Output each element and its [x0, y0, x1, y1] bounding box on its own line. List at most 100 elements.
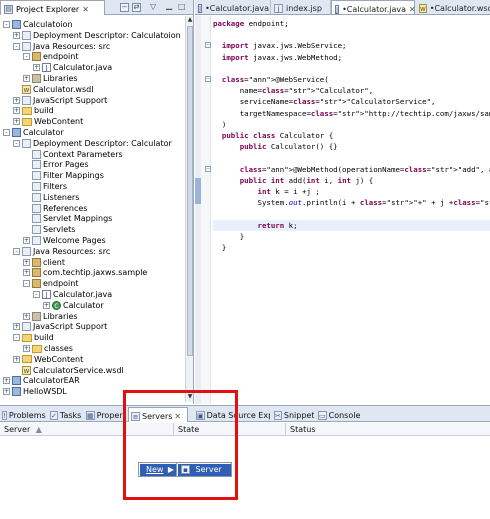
code-line[interactable]: public Calculator() {}: [213, 141, 490, 152]
maximize-icon[interactable]: □: [178, 2, 186, 11]
tree-item[interactable]: w Calculator.wsdl: [13, 84, 93, 95]
tab-console[interactable]: ▭ Console: [316, 407, 360, 422]
editor-tab-calculator-java-active[interactable]: J •Calculator.java ✕: [331, 0, 416, 14]
tree-item[interactable]: Filter Mappings: [23, 170, 104, 181]
collapse-toggle-icon[interactable]: -: [13, 334, 20, 342]
code-line[interactable]: [213, 63, 490, 74]
code-line[interactable]: }: [213, 231, 490, 242]
tab-problems[interactable]: ! Problems: [0, 407, 46, 422]
collapse-toggle-icon[interactable]: -: [13, 139, 20, 147]
code-line[interactable]: targetNamespace=class="str">"http://tech…: [213, 108, 490, 119]
tree-item[interactable]: Servlets: [23, 224, 75, 235]
code-line[interactable]: public int add(int i, int j) {: [213, 175, 490, 186]
code-line[interactable]: }: [213, 242, 490, 253]
fold-toggle-icon[interactable]: −: [205, 165, 211, 172]
code-line[interactable]: package endpoint;: [213, 18, 490, 29]
tree-item[interactable]: - Java Resources: src: [13, 246, 110, 257]
tree-item[interactable]: Filters: [23, 181, 67, 192]
code-line[interactable]: serviceName=class="str">"CalculatorServi…: [213, 96, 490, 107]
expand-toggle-icon[interactable]: +: [23, 269, 30, 277]
tree-item[interactable]: + Deployment Descriptor: Calculatoion: [13, 30, 181, 41]
collapse-toggle-icon[interactable]: -: [23, 53, 30, 61]
expand-toggle-icon[interactable]: +: [43, 301, 50, 309]
expand-toggle-icon[interactable]: +: [3, 388, 10, 396]
collapse-toggle-icon[interactable]: -: [13, 247, 20, 255]
expand-toggle-icon[interactable]: +: [23, 75, 30, 82]
expand-toggle-icon[interactable]: +: [33, 64, 40, 72]
tree-item[interactable]: + J Calculator.java: [33, 62, 112, 73]
editor-tab-index-jsp[interactable]: j index.jsp: [271, 0, 331, 14]
column-status[interactable]: Status: [286, 423, 490, 436]
expand-toggle-icon[interactable]: +: [13, 323, 20, 331]
expand-toggle-icon[interactable]: +: [23, 237, 30, 244]
code-line[interactable]: class="ann">@WebMethod(operationName=cla…: [213, 164, 490, 175]
tab-tasks[interactable]: ✓ Tasks: [48, 407, 83, 422]
close-icon[interactable]: ✕: [409, 5, 416, 14]
tree-item[interactable]: + com.techtip.jaxws.sample: [23, 267, 147, 278]
expand-toggle-icon[interactable]: +: [23, 258, 30, 266]
code-line[interactable]: int k = i +j ;: [213, 186, 490, 197]
tree-item[interactable]: - build: [13, 332, 54, 343]
collapse-toggle-icon[interactable]: -: [23, 280, 30, 288]
fold-toggle-icon[interactable]: −: [205, 76, 211, 82]
code-area[interactable]: package endpoint; import javax.jws.WebSe…: [213, 16, 490, 404]
expand-toggle-icon[interactable]: +: [23, 345, 30, 352]
tree-item[interactable]: - J Calculator.java: [33, 289, 112, 300]
tree-item[interactable]: Servlet Mappings: [23, 213, 112, 224]
collapse-all-icon[interactable]: −: [120, 3, 129, 12]
editor-tab-calculator-wsdl[interactable]: w •Calculator.wsdl: [416, 0, 490, 14]
tree-item[interactable]: + Libraries: [23, 311, 78, 322]
scroll-up-icon[interactable]: ▲: [186, 16, 194, 24]
minimize-icon[interactable]: ▁: [166, 1, 172, 10]
code-line[interactable]: System.out.println(i + class="str">"+" +…: [213, 197, 490, 208]
code-line[interactable]: ): [213, 119, 490, 130]
tree-item[interactable]: + client: [23, 257, 65, 268]
tab-properties[interactable]: ▦Properties: [84, 407, 126, 422]
tree-item[interactable]: + C Calculator: [43, 300, 104, 311]
expand-toggle-icon[interactable]: +: [3, 377, 10, 385]
editor-gutter[interactable]: [201, 16, 211, 404]
scroll-thumb[interactable]: [187, 26, 193, 356]
tree-item[interactable]: + JavaScript Support: [13, 321, 107, 332]
fold-toggle-icon[interactable]: −: [205, 42, 211, 49]
tree-item[interactable]: - Calculatoion: [3, 19, 73, 30]
code-line[interactable]: class="ann">@WebService(: [213, 74, 490, 85]
collapse-toggle-icon[interactable]: -: [3, 129, 10, 136]
tree-item[interactable]: + HelloWSDL: [3, 386, 67, 397]
link-editor-icon[interactable]: ⇄: [132, 3, 141, 12]
expand-toggle-icon[interactable]: +: [13, 96, 20, 104]
editor-tab-calculator-java-1[interactable]: J •Calculator.java: [195, 0, 271, 14]
tree-item[interactable]: Error Pages: [23, 159, 89, 170]
tree-item[interactable]: + Welcome Pages: [23, 235, 106, 246]
tree-item[interactable]: - Java Resources: src: [13, 41, 110, 52]
tree-item[interactable]: + Libraries: [23, 73, 78, 84]
expand-toggle-icon[interactable]: +: [13, 118, 20, 126]
tree-item[interactable]: Listeners: [23, 192, 79, 203]
tree-item[interactable]: + classes: [23, 343, 73, 354]
tab-project-explorer[interactable]: ▤ Project Explorer ✕: [0, 0, 105, 15]
expand-toggle-icon[interactable]: +: [13, 107, 20, 115]
expand-toggle-icon[interactable]: +: [13, 355, 20, 363]
tree-item[interactable]: - Deployment Descriptor: Calculator: [13, 138, 172, 149]
tree-item[interactable]: + WebContent: [13, 116, 83, 127]
tree-item[interactable]: Context Parameters: [23, 149, 123, 160]
project-tree[interactable]: - Calculatoion + Deployment Descriptor: Cal…: [0, 16, 185, 402]
code-line[interactable]: return k;: [213, 219, 490, 231]
tree-item[interactable]: + JavaScript Support: [13, 95, 107, 106]
expand-toggle-icon[interactable]: +: [13, 31, 20, 39]
code-line[interactable]: [213, 29, 490, 40]
collapse-toggle-icon[interactable]: -: [33, 291, 40, 298]
code-line[interactable]: import javax.jws.WebService;: [213, 40, 490, 51]
explorer-scrollbar[interactable]: ▲ ▼: [185, 16, 193, 402]
code-line[interactable]: public class Calculator {: [213, 130, 490, 141]
tab-snippets[interactable]: ✂Snippets: [272, 407, 314, 422]
code-line[interactable]: [213, 208, 490, 219]
close-icon[interactable]: ✕: [82, 5, 89, 14]
tree-item[interactable]: References: [23, 203, 87, 214]
tree-item[interactable]: + CalculatorEAR: [3, 375, 80, 386]
tree-item[interactable]: w CalculatorService.wsdl: [13, 365, 124, 376]
tree-item[interactable]: + WebContent: [13, 354, 83, 365]
expand-toggle-icon[interactable]: +: [23, 312, 30, 320]
tree-item[interactable]: - Calculator: [3, 127, 64, 138]
code-line[interactable]: import javax.jws.WebMethod;: [213, 52, 490, 63]
